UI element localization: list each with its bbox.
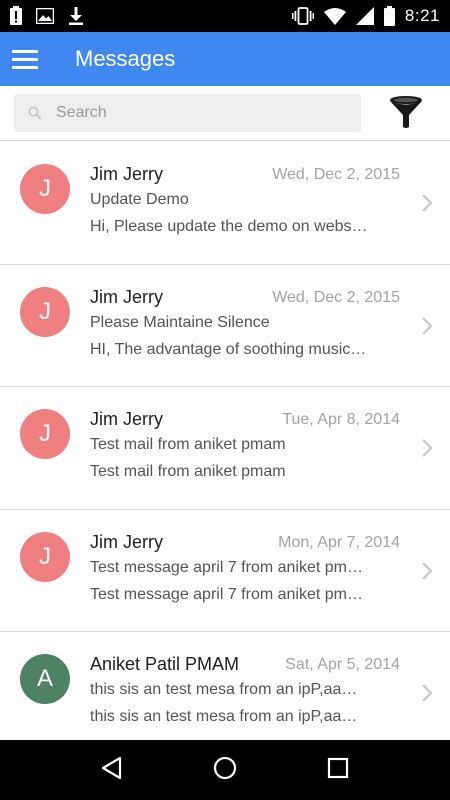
search-row (0, 86, 450, 141)
status-time: 8:21 (404, 6, 440, 25)
search-box[interactable] (14, 94, 361, 132)
chevron-right-icon (420, 682, 434, 704)
sender-name: Jim Jerry (90, 164, 163, 184)
status-left-icons (10, 5, 84, 27)
system-nav-bar (0, 740, 450, 800)
message-preview: this sis an test mesa from an ipP,aa… (90, 708, 358, 725)
message-date: Wed, Dec 2, 2015 (272, 166, 400, 183)
avatar-letter: J (39, 420, 51, 447)
message-subject: Please Maintaine Silence (90, 313, 270, 331)
avatar-letter: J (39, 542, 51, 570)
chevron-right-icon (420, 437, 434, 459)
image-icon (36, 5, 54, 27)
list-item[interactable]: J Jim Jerry Wed, Dec 2, 2015 Update Demo… (0, 142, 450, 265)
search-icon (24, 102, 46, 124)
back-icon (100, 756, 124, 785)
avatar: J (20, 409, 70, 459)
avatar-letter: A (36, 665, 53, 692)
list-item[interactable]: J Jim Jerry Wed, Dec 2, 2015 Please Main… (0, 264, 450, 387)
signal-icon (355, 5, 374, 27)
battery-icon (383, 5, 395, 27)
wifi-icon (323, 5, 346, 27)
avatar: J (20, 531, 70, 582)
avatar: A (20, 654, 70, 704)
message-subject: Update Demo (90, 191, 189, 208)
avatar: J (20, 164, 70, 214)
vibrate-icon (291, 5, 314, 27)
list-item[interactable]: J Jim Jerry Tue, Apr 8, 2014 Test mail f… (0, 387, 450, 510)
message-preview: Test mail from aniket pmam (90, 463, 286, 480)
download-icon (68, 5, 84, 27)
status-bar: 8:21 (0, 0, 450, 32)
message-subject: Test message april 7 from aniket pm… (90, 558, 363, 576)
message-list: J Jim Jerry Wed, Dec 2, 2015 Update Demo… (0, 142, 450, 755)
list-item[interactable]: J Jim Jerry Mon, Apr 7, 2014 Test messag… (0, 509, 450, 632)
app-bar: Messages (0, 32, 450, 86)
filter-button[interactable] (386, 94, 426, 134)
message-date: Sat, Apr 5, 2014 (285, 656, 400, 673)
recents-button[interactable] (318, 750, 358, 790)
alert-icon (10, 5, 22, 27)
message-date: Tue, Apr 8, 2014 (282, 411, 400, 428)
message-subject: this sis an test mesa from an ipP,aa… (90, 681, 358, 698)
message-preview: Test message april 7 from aniket pm… (90, 585, 363, 603)
recents-icon (327, 757, 349, 784)
filter-funnel-icon (388, 94, 424, 135)
messages-screen: 8:21 Messages Search J Jim Jerry Wed, De… (0, 0, 450, 800)
avatar: J (20, 286, 70, 337)
status-right-icons: 8:21 (291, 5, 440, 27)
search-input[interactable] (56, 104, 346, 122)
home-icon (212, 755, 238, 786)
message-date: Wed, Dec 2, 2015 (272, 288, 400, 306)
home-button[interactable] (205, 750, 245, 790)
hamburger-icon (12, 49, 38, 69)
message-subject: Test mail from aniket pmam (90, 436, 286, 453)
avatar-letter: J (39, 175, 51, 202)
sender-name: Jim Jerry (90, 531, 163, 552)
avatar-letter: J (39, 297, 51, 325)
message-preview: HI, The advantage of soothing music… (90, 340, 367, 358)
back-button[interactable] (92, 750, 132, 790)
chevron-right-icon (420, 192, 434, 214)
chevron-right-icon (420, 315, 434, 337)
message-preview: Hi, Please update the demo on webs… (90, 218, 368, 235)
sender-name: Aniket Patil PMAM (90, 654, 240, 674)
sender-name: Jim Jerry (90, 286, 163, 307)
page-title: Messages (75, 46, 176, 71)
message-date: Mon, Apr 7, 2014 (278, 533, 400, 551)
sender-name: Jim Jerry (90, 409, 163, 429)
list-item[interactable]: A Aniket Patil PMAM Sat, Apr 5, 2014 thi… (0, 632, 450, 755)
chevron-right-icon (420, 560, 434, 582)
menu-button[interactable] (0, 32, 50, 86)
